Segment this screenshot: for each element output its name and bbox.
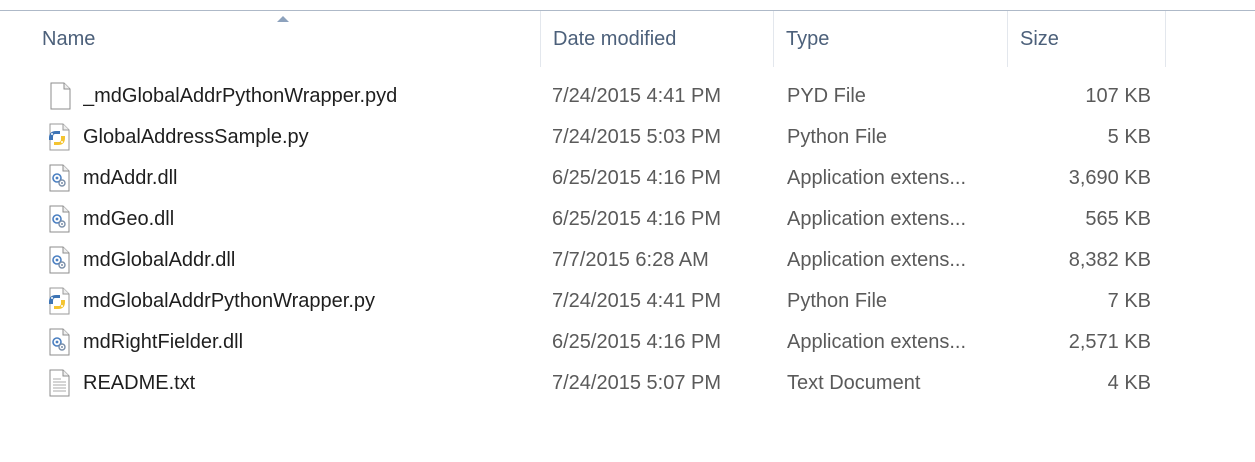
file-type: Application extens... (787, 208, 966, 230)
file-type: Text Document (787, 372, 921, 394)
file-date-modified: 6/25/2015 4:16 PM (552, 167, 722, 189)
file-size: 5 KB (1107, 126, 1151, 148)
file-type: Application extens... (787, 249, 966, 271)
file-date-modified: 6/25/2015 4:16 PM (552, 331, 722, 353)
file-name: _mdGlobalAddrPythonWrapper.pyd (83, 85, 398, 107)
file-size: 2,571 KB (1068, 331, 1151, 353)
file-row[interactable]: mdGeo.dll 6/25/2015 4:16 PM Application ex… (0, 199, 1255, 240)
dll-file-icon (45, 327, 75, 357)
file-type: Application extens... (787, 167, 966, 189)
file-size: 565 KB (1085, 208, 1151, 230)
file-type: PYD File (787, 85, 866, 107)
file-date-modified: 7/24/2015 4:41 PM (552, 290, 722, 312)
text-file-icon (45, 368, 75, 398)
file-date-modified: 7/24/2015 5:07 PM (552, 372, 722, 394)
file-name: mdGlobalAddr.dll (83, 249, 236, 271)
file-size: 107 KB (1085, 85, 1151, 107)
column-header-name[interactable]: Name (30, 11, 541, 67)
file-size: 4 KB (1107, 372, 1151, 394)
file-size: 3,690 KB (1068, 167, 1151, 189)
file-type: Application extens... (787, 331, 966, 353)
file-date-modified: 7/7/2015 6:28 AM (552, 249, 709, 271)
file-row[interactable]: mdGlobalAddr.dll 7/7/2015 6:28 AM Applicat… (0, 240, 1255, 281)
column-header-type-label: Type (786, 27, 830, 50)
file-row[interactable]: README.txt 7/24/2015 5:07 PM Text Document… (0, 363, 1255, 404)
column-header-size-label: Size (1020, 27, 1059, 50)
file-date-modified: 7/24/2015 4:41 PM (552, 85, 722, 107)
dll-file-icon (45, 163, 75, 193)
column-header-name-label: Name (42, 27, 96, 50)
dll-file-icon (45, 204, 75, 234)
column-header-bar: Name Date modified Type Size (0, 10, 1255, 67)
file-name: GlobalAddressSample.py (83, 126, 309, 148)
file-name: mdAddr.dll (83, 167, 178, 189)
file-size: 8,382 KB (1068, 249, 1151, 271)
dll-file-icon (45, 245, 75, 275)
file-type: Python File (787, 126, 888, 148)
file-date-modified: 6/25/2015 4:16 PM (552, 208, 722, 230)
file-name: README.txt (83, 372, 196, 394)
column-header-size[interactable]: Size (1008, 11, 1166, 67)
file-explorer-list: Name Date modified Type Size _mdGlobalAd… (0, 0, 1255, 462)
file-row[interactable]: mdAddr.dll 6/25/2015 4:16 PM Application e… (0, 158, 1255, 199)
python-file-icon (45, 122, 75, 152)
file-type: Python File (787, 290, 888, 312)
python-file-icon (45, 286, 75, 316)
file-list: _mdGlobalAddrPythonWrapper.pyd 7/24/2015 … (0, 76, 1255, 404)
file-row[interactable]: GlobalAddressSample.py 7/24/2015 5:03 PM P… (0, 117, 1255, 158)
file-size: 7 KB (1107, 290, 1151, 312)
file-row[interactable]: _mdGlobalAddrPythonWrapper.pyd 7/24/2015 … (0, 76, 1255, 117)
file-date-modified: 7/24/2015 5:03 PM (552, 126, 722, 148)
column-header-date-modified[interactable]: Date modified (541, 11, 774, 67)
column-header-date-label: Date modified (553, 27, 677, 50)
file-name: mdRightFielder.dll (83, 331, 244, 353)
file-name: mdGlobalAddrPythonWrapper.py (83, 290, 376, 312)
blank-file-icon (45, 81, 75, 111)
file-name: mdGeo.dll (83, 208, 175, 230)
file-row[interactable]: mdGlobalAddrPythonWrapper.py 7/24/2015 4:… (0, 281, 1255, 322)
file-row[interactable]: mdRightFielder.dll 6/25/2015 4:16 PM Appli… (0, 322, 1255, 363)
column-header-type[interactable]: Type (774, 11, 1008, 67)
